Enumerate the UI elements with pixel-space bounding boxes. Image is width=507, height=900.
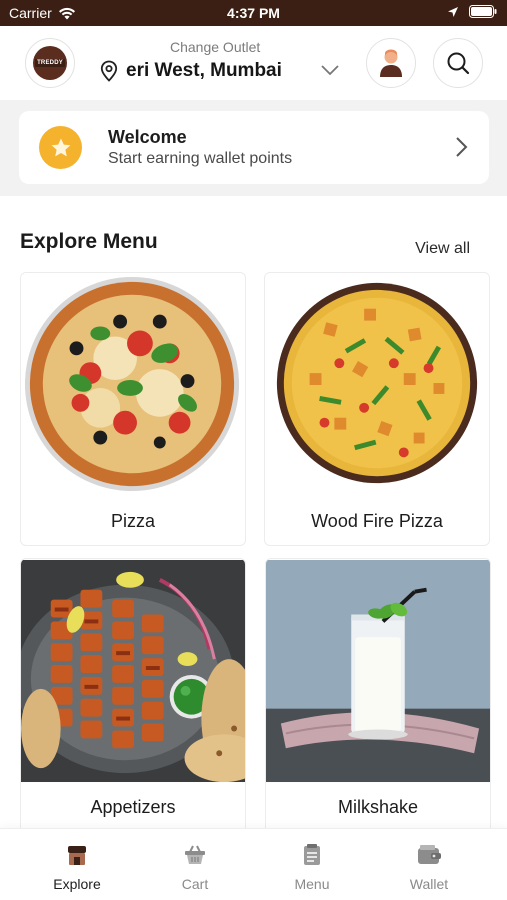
tab-cart[interactable]: Cart [145, 843, 245, 892]
menu-card-appetizers[interactable]: Appetizers [20, 558, 246, 833]
menu-book-icon [304, 844, 320, 865]
explore-menu-title: Explore Menu [20, 230, 158, 253]
tab-wallet[interactable]: Wallet [379, 843, 479, 892]
star-icon [51, 138, 70, 156]
header: TREDDY Change Outlet eri West, Mumbai [0, 26, 507, 100]
chevron-down-icon[interactable] [320, 64, 340, 76]
search-icon [447, 52, 470, 75]
location-arrow-icon [448, 6, 458, 17]
wallet-icon [418, 845, 441, 864]
status-bar: Carrier 4:37 PM [0, 0, 507, 26]
outlet-name: eri West, Mumbai [126, 60, 282, 81]
logo-badge: TREDDY [33, 46, 67, 80]
menu-card-wood-fire-pizza[interactable]: Wood Fire Pizza [264, 272, 490, 546]
menu-card-label: Wood Fire Pizza [311, 511, 443, 531]
battery-icon [469, 5, 497, 18]
welcome-card[interactable]: Welcome Start earning wallet points [19, 111, 489, 184]
tab-explore[interactable]: Explore [27, 843, 127, 892]
tab-label: Wallet [409, 876, 449, 892]
tab-menu[interactable]: Menu [262, 843, 362, 892]
profile-button[interactable] [366, 38, 416, 88]
status-right [447, 5, 497, 18]
location-pin-icon [100, 60, 118, 82]
menu-card-milkshake[interactable]: Milkshake [265, 558, 491, 833]
appetizers-image [21, 559, 245, 783]
logo-text: TREDDY [35, 59, 65, 67]
store-icon [68, 846, 86, 865]
outlet-selector[interactable]: eri West, Mumbai [100, 60, 350, 82]
tab-label: Explore [53, 876, 101, 892]
menu-card-pizza[interactable]: Pizza [20, 272, 246, 546]
tab-label: Menu [294, 876, 330, 892]
brand-logo[interactable]: TREDDY [25, 38, 75, 88]
chevron-right-icon [456, 137, 468, 157]
status-time: 4:37 PM [227, 5, 280, 21]
wood-fire-pizza-image [265, 273, 489, 498]
welcome-title: Welcome [108, 127, 187, 147]
star-badge-icon [39, 126, 82, 169]
basket-icon [185, 845, 205, 864]
menu-card-label: Pizza [110, 511, 155, 531]
pizza-image [21, 273, 245, 498]
menu-card-label: Milkshake [337, 797, 419, 817]
change-outlet-label[interactable]: Change Outlet [170, 39, 260, 55]
user-avatar-icon [380, 49, 402, 77]
welcome-band: Welcome Start earning wallet points [0, 100, 507, 196]
search-button[interactable] [433, 38, 483, 88]
view-all-link[interactable]: View all [415, 240, 470, 258]
bottom-tab-bar: Explore Cart Menu Wallet [0, 828, 507, 900]
milkshake-image [266, 559, 490, 783]
menu-card-label: Appetizers [90, 797, 176, 817]
welcome-subtitle: Start earning wallet points [108, 150, 293, 167]
tab-label: Cart [181, 876, 209, 892]
